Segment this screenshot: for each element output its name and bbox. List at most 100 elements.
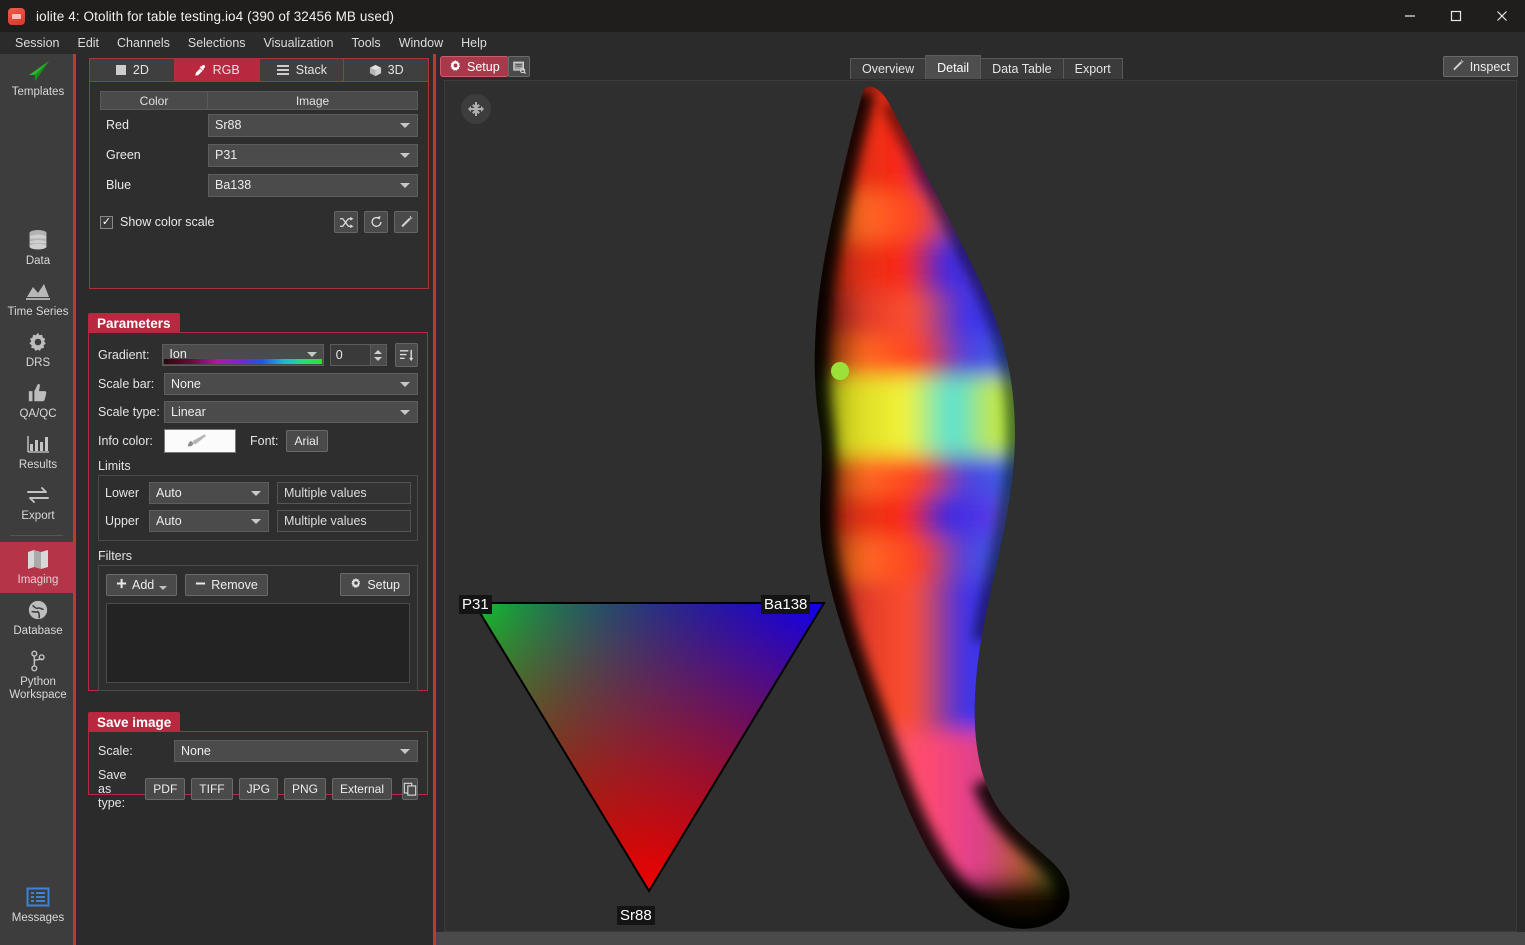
globe-icon <box>27 597 49 623</box>
sidebar-item-results[interactable]: Results <box>0 427 76 478</box>
add-filter-label: Add <box>132 577 155 592</box>
lower-limit-value[interactable]: Multiple values <box>277 482 411 504</box>
minimize-icon[interactable] <box>1387 0 1433 32</box>
rgb-channel-panel: Color Image Red Sr88 Green P31 Blue Ba13… <box>89 82 429 289</box>
scale-type-label: Scale type: <box>98 405 160 419</box>
info-color-swatch[interactable] <box>164 429 236 453</box>
wand-icon[interactable] <box>394 211 418 233</box>
info-color-row: Info color: Font: Arial <box>98 429 418 453</box>
chevron-down-icon <box>251 519 261 524</box>
save-pdf-button[interactable]: PDF <box>145 778 186 800</box>
menu-help[interactable]: Help <box>452 34 496 52</box>
show-color-scale-row: ✓ Show color scale <box>100 210 418 234</box>
tab-rgb[interactable]: RGB <box>174 59 260 81</box>
scale-type-row: Scale type: Linear <box>98 401 418 423</box>
sidebar-label-qaqc: QA/QC <box>19 408 57 420</box>
sidebar-item-export[interactable]: Export <box>0 478 76 529</box>
scale-bar-select[interactable]: None <box>164 373 418 395</box>
menu-selections[interactable]: Selections <box>179 34 255 52</box>
image-canvas[interactable]: P31 Ba138 Sr88 <box>444 80 1517 932</box>
scale-bar-row: Scale bar: None <box>98 373 418 395</box>
font-button[interactable]: Arial <box>285 430 328 452</box>
filter-list[interactable] <box>106 603 410 683</box>
channel-select-red[interactable]: Sr88 <box>208 113 418 137</box>
menu-channels[interactable]: Channels <box>108 34 179 52</box>
copy-icon[interactable] <box>402 778 418 800</box>
eyedropper-icon <box>194 64 207 77</box>
maximize-icon[interactable] <box>1433 0 1479 32</box>
channel-action-buttons <box>334 211 418 233</box>
filters-title: Filters <box>98 549 133 563</box>
save-png-button[interactable]: PNG <box>283 778 326 800</box>
remove-filter-button[interactable]: Remove <box>185 573 268 596</box>
lower-limit-label: Lower <box>105 486 140 500</box>
minus-icon <box>195 578 206 592</box>
channel-select-blue[interactable]: Ba138 <box>208 173 418 197</box>
tab-2d[interactable]: 2D <box>90 59 175 81</box>
add-filter-button[interactable]: Add <box>106 573 178 596</box>
menu-tools[interactable]: Tools <box>343 34 390 52</box>
menu-visualization[interactable]: Visualization <box>255 34 343 52</box>
show-color-scale-checkbox[interactable]: ✓ <box>100 215 113 229</box>
save-image-title: Save image <box>88 712 181 732</box>
save-jpg-button[interactable]: JPG <box>238 778 278 800</box>
wand-icon <box>1451 59 1465 75</box>
menu-window[interactable]: Window <box>390 34 452 52</box>
sidebar-item-database[interactable]: Database <box>0 593 76 644</box>
scale-type-select[interactable]: Linear <box>164 401 418 423</box>
branch-icon <box>28 648 48 674</box>
save-scale-row: Scale: None <box>98 740 418 762</box>
tab-detail[interactable]: Detail <box>925 55 982 79</box>
tab-export[interactable]: Export <box>1062 58 1123 79</box>
sidebar-label-export: Export <box>21 510 55 522</box>
save-scale-select[interactable]: None <box>174 740 418 762</box>
fit-to-view-icon[interactable] <box>461 94 491 124</box>
window-title: iolite 4: Otolith for table testing.io4 … <box>36 8 395 24</box>
tab-3d[interactable]: 3D <box>344 59 428 81</box>
title-bar: iolite 4: Otolith for table testing.io4 … <box>0 0 1525 32</box>
tab-data-table[interactable]: Data Table <box>980 58 1064 79</box>
save-as-type-label: Save as type: <box>98 768 127 810</box>
sidebar-item-python-workspace[interactable]: Python Workspace <box>0 644 76 708</box>
sidebar-item-imaging[interactable]: Imaging <box>0 542 76 593</box>
sidebar-item-messages[interactable]: Messages <box>0 880 76 931</box>
parameters-body: Gradient: Ion 0 Scale bar: None Scale ty… <box>89 333 427 691</box>
sidebar-label-templates: Templates <box>11 86 65 98</box>
sidebar-item-templates[interactable]: Templates <box>0 54 76 105</box>
tab-rgb-label: RGB <box>212 63 240 77</box>
upper-limit-value[interactable]: Multiple values <box>277 510 411 532</box>
save-external-button[interactable]: External <box>331 778 392 800</box>
inspect-button[interactable]: Inspect <box>1442 56 1518 77</box>
selection-marker <box>831 362 849 380</box>
upper-limit-mode-select[interactable]: Auto <box>149 510 269 532</box>
reset-icon[interactable] <box>364 211 388 233</box>
sidebar-item-data[interactable]: Data <box>0 223 76 274</box>
image-tool-icon[interactable] <box>508 56 530 77</box>
gradient-offset-input[interactable]: 0 <box>329 344 371 366</box>
sidebar-item-qaqc[interactable]: QA/QC <box>0 376 76 427</box>
tab-stack[interactable]: Stack <box>259 59 345 81</box>
sidebar-label-time-series: Time Series <box>7 306 69 318</box>
gradient-select[interactable]: Ion <box>162 344 324 366</box>
exchange-arrows-icon <box>25 482 51 508</box>
lower-limit-mode-select[interactable]: Auto <box>149 482 269 504</box>
filter-setup-button[interactable]: Setup <box>340 573 410 596</box>
upper-limit-label: Upper <box>105 514 140 528</box>
table-row: Green P31 <box>100 140 418 170</box>
sidebar-label-imaging: Imaging <box>17 574 59 586</box>
sort-descending-icon[interactable] <box>394 343 419 367</box>
save-tiff-button[interactable]: TIFF <box>191 778 233 800</box>
setup-button[interactable]: Setup <box>440 56 509 77</box>
menu-session[interactable]: Session <box>6 34 68 52</box>
sidebar-item-time-series[interactable]: Time Series <box>0 274 76 325</box>
channel-select-green[interactable]: P31 <box>208 143 418 167</box>
close-icon[interactable] <box>1479 0 1525 32</box>
header-image: Image <box>208 91 418 110</box>
gradient-offset-stepper[interactable] <box>370 344 387 366</box>
tab-overview[interactable]: Overview <box>850 58 927 79</box>
paper-plane-icon <box>25 58 51 84</box>
sidebar-item-drs[interactable]: DRS <box>0 325 76 376</box>
menu-edit[interactable]: Edit <box>68 34 108 52</box>
shuffle-icon[interactable] <box>334 211 358 233</box>
chevron-down-icon <box>306 352 317 357</box>
